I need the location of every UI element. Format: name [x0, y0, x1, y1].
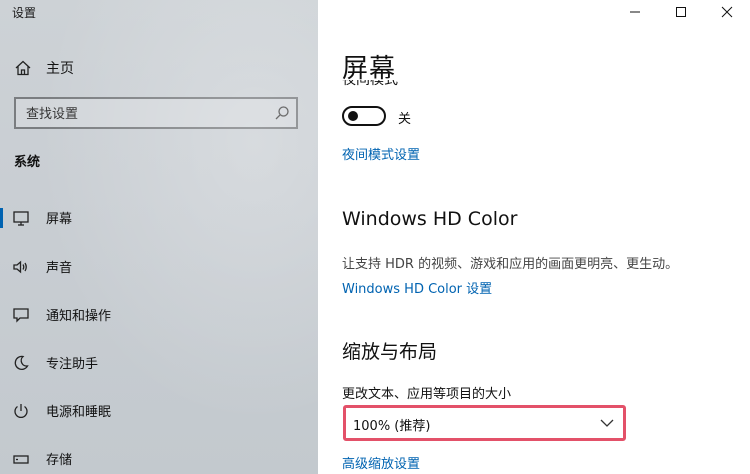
search-input[interactable]: [16, 99, 268, 129]
speaker-icon: [13, 260, 27, 274]
sidebar-item-notifications[interactable]: 通知和操作: [0, 295, 318, 335]
sidebar-item-storage[interactable]: 存储: [0, 439, 318, 474]
sidebar-item-sound[interactable]: 声音: [0, 247, 318, 287]
sidebar-item-label: 主页: [46, 61, 74, 77]
search-icon[interactable]: [274, 105, 290, 121]
sidebar-item-focus-assist[interactable]: 专注助手: [0, 343, 318, 383]
sidebar-item-power-sleep[interactable]: 电源和睡眠: [0, 391, 318, 431]
scale-dropdown[interactable]: 100% (推荐): [347, 409, 622, 437]
advanced-scaling-link[interactable]: 高级缩放设置: [342, 453, 420, 472]
moon-icon: [14, 355, 29, 370]
sidebar-item-label: 专注助手: [46, 357, 99, 372]
minimize-icon: [630, 11, 640, 13]
hd-color-description: 让支持 HDR 的视频、游戏和应用的画面更明亮、更生动。: [342, 257, 679, 272]
close-button[interactable]: [704, 0, 750, 24]
hd-color-heading: Windows HD Color: [342, 208, 518, 230]
night-light-label: 夜间模式: [342, 80, 398, 88]
toggle-knob: [348, 111, 358, 121]
power-icon: [14, 404, 28, 418]
scale-field-label: 更改文本、应用等项目的大小: [342, 387, 512, 402]
window-controls: [612, 0, 750, 24]
night-light-settings-link[interactable]: 夜间模式设置: [342, 144, 420, 163]
sidebar-item-label: 屏幕: [46, 212, 73, 227]
scale-dropdown-value: 100% (推荐): [353, 419, 431, 434]
app-title: 设置: [12, 6, 37, 20]
home-icon: [15, 60, 31, 76]
sidebar-item-display[interactable]: 屏幕: [0, 198, 318, 238]
settings-window: 设置 主页 系统 屏幕 声音: [0, 0, 750, 474]
notification-icon: [13, 308, 29, 323]
monitor-icon: [13, 211, 29, 226]
sidebar-item-label: 存储: [46, 453, 73, 468]
maximize-button[interactable]: [658, 0, 704, 24]
sidebar-item-label: 声音: [46, 261, 73, 276]
sidebar-item-label: 通知和操作: [46, 309, 112, 324]
sidebar-item-home[interactable]: 主页: [0, 52, 318, 82]
close-icon: [721, 6, 733, 18]
scale-layout-heading: 缩放与布局: [342, 341, 438, 363]
toggle-state-label: 关: [398, 112, 412, 127]
search-box[interactable]: [14, 97, 298, 129]
main-content: 屏幕 夜间模式 关 夜间模式设置 Windows HD Color 让支持 HD…: [318, 0, 750, 474]
maximize-icon: [676, 7, 686, 17]
sidebar-item-label: 电源和睡眠: [46, 405, 112, 420]
chevron-down-icon: [600, 419, 614, 427]
sidebar: 设置 主页 系统 屏幕 声音: [0, 0, 318, 474]
selection-indicator: [0, 208, 3, 228]
section-label-system: 系统: [14, 155, 41, 170]
night-light-toggle[interactable]: [342, 106, 386, 126]
storage-icon: [13, 455, 29, 464]
minimize-button[interactable]: [612, 0, 658, 24]
hd-color-settings-link[interactable]: Windows HD Color 设置: [342, 278, 492, 297]
